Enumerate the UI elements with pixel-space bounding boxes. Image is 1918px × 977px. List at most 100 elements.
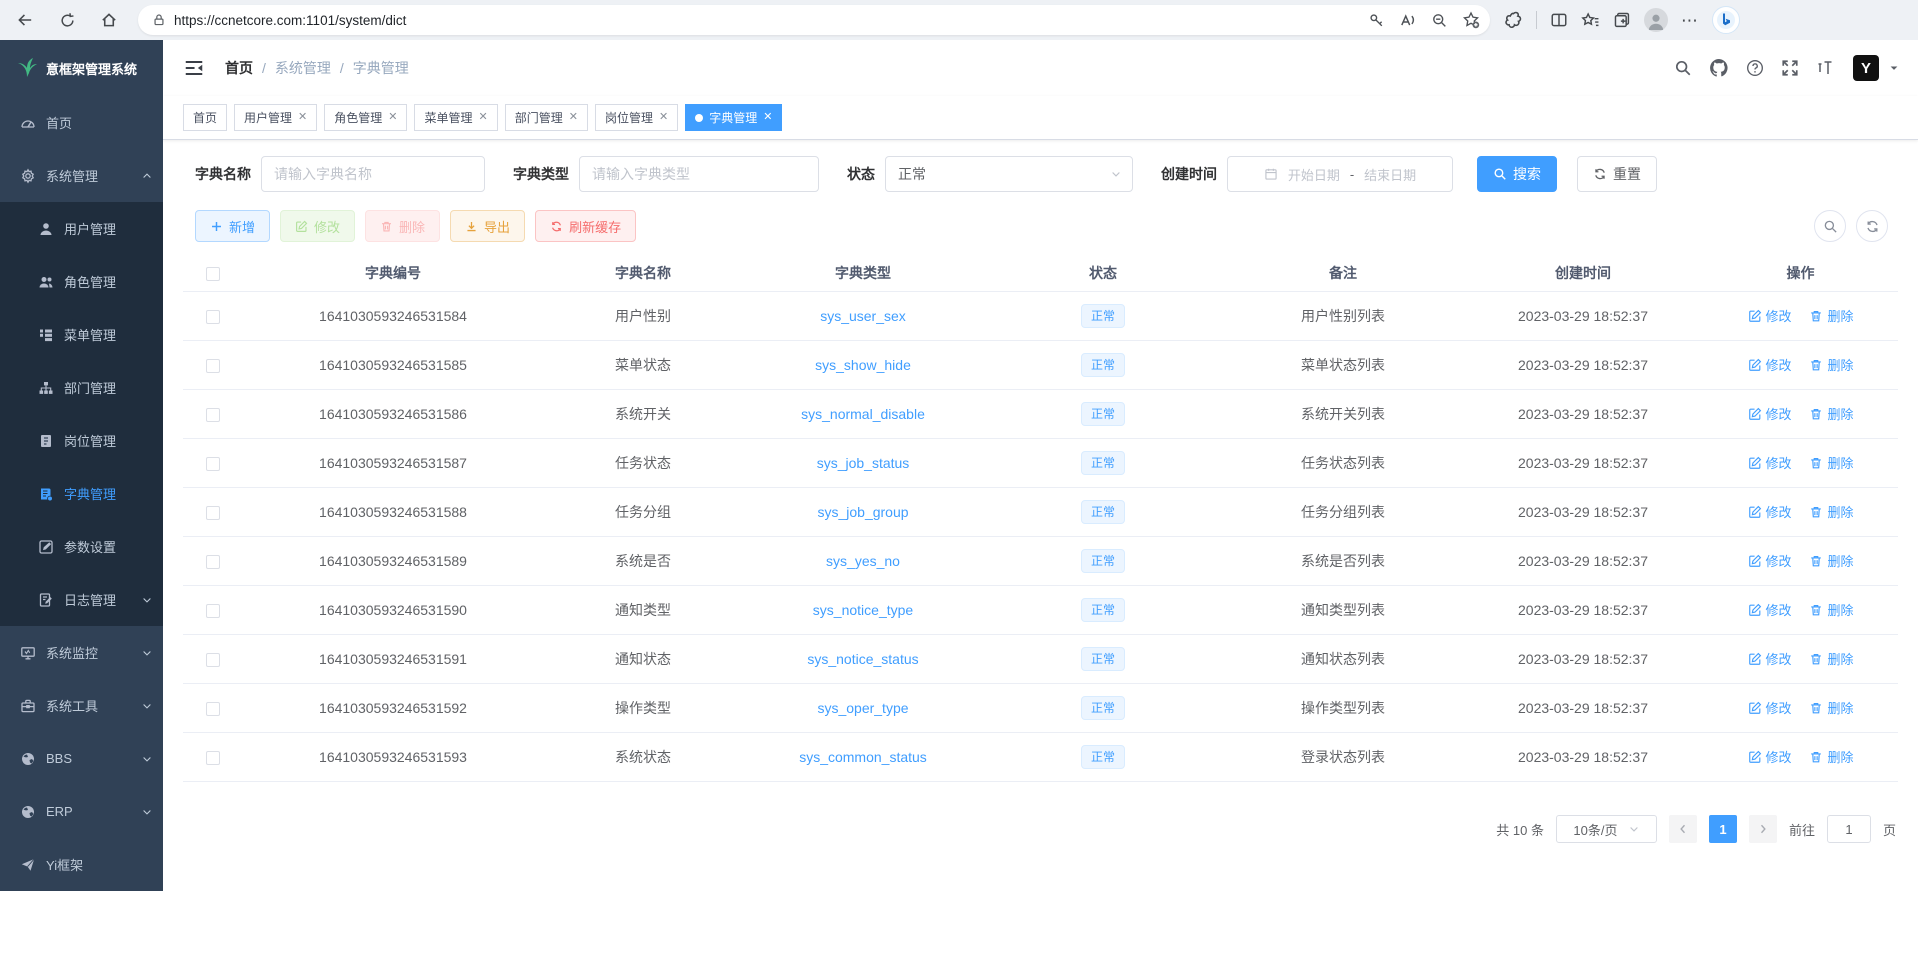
dict-type-link[interactable]: sys_oper_type <box>817 700 908 716</box>
row-edit-link[interactable]: 修改 <box>1748 404 1792 423</box>
next-page-button[interactable] <box>1749 815 1777 843</box>
edit-button[interactable]: 修改 <box>280 210 355 242</box>
row-checkbox[interactable] <box>206 457 220 471</box>
dict-type-link[interactable]: sys_show_hide <box>815 357 911 373</box>
fullscreen-icon[interactable] <box>1781 59 1799 77</box>
row-edit-link[interactable]: 修改 <box>1748 355 1792 374</box>
row-edit-link[interactable]: 修改 <box>1748 698 1792 717</box>
goto-page-input[interactable] <box>1827 815 1871 843</box>
row-edit-link[interactable]: 修改 <box>1748 747 1792 766</box>
browser-menu-icon[interactable]: ⋯ <box>1681 12 1699 29</box>
row-delete-link[interactable]: 删除 <box>1809 600 1853 619</box>
sidebar-item-6[interactable]: 岗位管理 <box>0 414 163 467</box>
tab-5[interactable]: 岗位管理✕ <box>595 104 678 131</box>
tab-4[interactable]: 部门管理✕ <box>505 104 588 131</box>
row-checkbox[interactable] <box>206 310 220 324</box>
address-bar[interactable]: https://ccnetcore.com:1101/system/dict <box>138 5 1490 35</box>
close-tab-icon[interactable]: ✕ <box>569 112 578 123</box>
browser-home-button[interactable] <box>92 3 126 37</box>
breadcrumb-home[interactable]: 首页 <box>225 58 253 78</box>
prev-page-button[interactable] <box>1669 815 1697 843</box>
row-delete-link[interactable]: 删除 <box>1809 747 1853 766</box>
sidebar-item-4[interactable]: 菜单管理 <box>0 308 163 361</box>
collections-icon[interactable] <box>1613 11 1631 29</box>
row-delete-link[interactable]: 删除 <box>1809 502 1853 521</box>
app-logo[interactable]: 意框架管理系统 <box>0 40 163 96</box>
row-checkbox[interactable] <box>206 653 220 667</box>
reset-button[interactable]: 重置 <box>1577 156 1657 192</box>
sidebar-item-5[interactable]: 部门管理 <box>0 361 163 414</box>
show-search-toggle-button[interactable] <box>1814 210 1846 242</box>
row-edit-link[interactable]: 修改 <box>1748 502 1792 521</box>
sidebar-item-14[interactable]: Yi框架 <box>0 838 163 891</box>
tab-6[interactable]: 字典管理✕ <box>685 104 782 131</box>
dict-type-link[interactable]: sys_notice_status <box>807 651 918 667</box>
row-delete-link[interactable]: 删除 <box>1809 698 1853 717</box>
close-tab-icon[interactable]: ✕ <box>479 112 488 123</box>
sidebar-item-12[interactable]: BBS <box>0 732 163 785</box>
read-aloud-icon[interactable] <box>1399 11 1417 29</box>
dict-type-link[interactable]: sys_yes_no <box>826 553 900 569</box>
date-range-picker[interactable]: 开始日期 - 结束日期 <box>1227 156 1453 192</box>
row-delete-link[interactable]: 删除 <box>1809 649 1853 668</box>
add-favorite-icon[interactable] <box>1462 11 1480 29</box>
tab-0[interactable]: 首页 <box>183 104 227 131</box>
close-tab-icon[interactable]: ✕ <box>298 112 307 123</box>
sidebar-item-7[interactable]: 字典管理 <box>0 467 163 520</box>
delete-button[interactable]: 删除 <box>365 210 440 242</box>
refresh-cache-button[interactable]: 刷新缓存 <box>535 210 636 242</box>
row-delete-link[interactable]: 删除 <box>1809 551 1853 570</box>
password-key-icon[interactable] <box>1368 12 1385 29</box>
sidebar-item-13[interactable]: ERP <box>0 785 163 838</box>
font-size-icon[interactable] <box>1816 58 1836 78</box>
sidebar-item-1[interactable]: 系统管理 <box>0 149 163 202</box>
page-size-select[interactable]: 10条/页 <box>1556 815 1657 843</box>
header-search-icon[interactable] <box>1674 59 1692 77</box>
user-avatar[interactable]: Y <box>1853 55 1879 81</box>
dict-type-link[interactable]: sys_job_group <box>817 504 908 520</box>
tab-3[interactable]: 菜单管理✕ <box>414 104 497 131</box>
refresh-table-button[interactable] <box>1856 210 1888 242</box>
avatar-caret-icon[interactable] <box>1888 62 1900 74</box>
row-edit-link[interactable]: 修改 <box>1748 551 1792 570</box>
browser-essentials-icon[interactable] <box>1504 11 1523 30</box>
dict-type-link[interactable]: sys_user_sex <box>820 308 906 324</box>
browser-back-button[interactable] <box>8 3 42 37</box>
status-select[interactable]: 正常 <box>885 156 1133 192</box>
row-delete-link[interactable]: 删除 <box>1809 306 1853 325</box>
sidebar-item-3[interactable]: 角色管理 <box>0 255 163 308</box>
close-tab-icon[interactable]: ✕ <box>388 112 397 123</box>
row-delete-link[interactable]: 删除 <box>1809 453 1853 472</box>
dict-type-input[interactable]: 请输入字典类型 <box>579 156 819 192</box>
row-edit-link[interactable]: 修改 <box>1748 306 1792 325</box>
favorites-icon[interactable] <box>1581 11 1600 30</box>
search-button[interactable]: 搜索 <box>1477 156 1557 192</box>
row-checkbox[interactable] <box>206 359 220 373</box>
select-all-checkbox[interactable] <box>206 267 220 281</box>
split-screen-icon[interactable] <box>1550 11 1568 29</box>
sidebar-item-8[interactable]: 参数设置 <box>0 520 163 573</box>
page-number-button[interactable]: 1 <box>1709 815 1737 843</box>
dict-type-link[interactable]: sys_job_status <box>817 455 910 471</box>
github-icon[interactable] <box>1709 58 1729 78</box>
row-checkbox[interactable] <box>206 555 220 569</box>
browser-refresh-button[interactable] <box>50 3 84 37</box>
row-delete-link[interactable]: 删除 <box>1809 404 1853 423</box>
help-icon[interactable] <box>1746 59 1764 77</box>
sidebar-item-11[interactable]: 系统工具 <box>0 679 163 732</box>
url-text[interactable]: https://ccnetcore.com:1101/system/dict <box>174 13 1368 28</box>
export-button[interactable]: 导出 <box>450 210 525 242</box>
dict-type-link[interactable]: sys_normal_disable <box>801 406 925 422</box>
bing-chat-icon[interactable] <box>1712 6 1740 34</box>
row-edit-link[interactable]: 修改 <box>1748 649 1792 668</box>
row-edit-link[interactable]: 修改 <box>1748 600 1792 619</box>
dict-type-link[interactable]: sys_notice_type <box>813 602 913 618</box>
close-tab-icon[interactable]: ✕ <box>659 112 668 123</box>
tab-1[interactable]: 用户管理✕ <box>234 104 317 131</box>
row-edit-link[interactable]: 修改 <box>1748 453 1792 472</box>
close-tab-icon[interactable]: ✕ <box>763 112 772 123</box>
zoom-out-icon[interactable] <box>1431 12 1448 29</box>
sidebar-item-2[interactable]: 用户管理 <box>0 202 163 255</box>
row-checkbox[interactable] <box>206 604 220 618</box>
sidebar-item-9[interactable]: 日志管理 <box>0 573 163 626</box>
